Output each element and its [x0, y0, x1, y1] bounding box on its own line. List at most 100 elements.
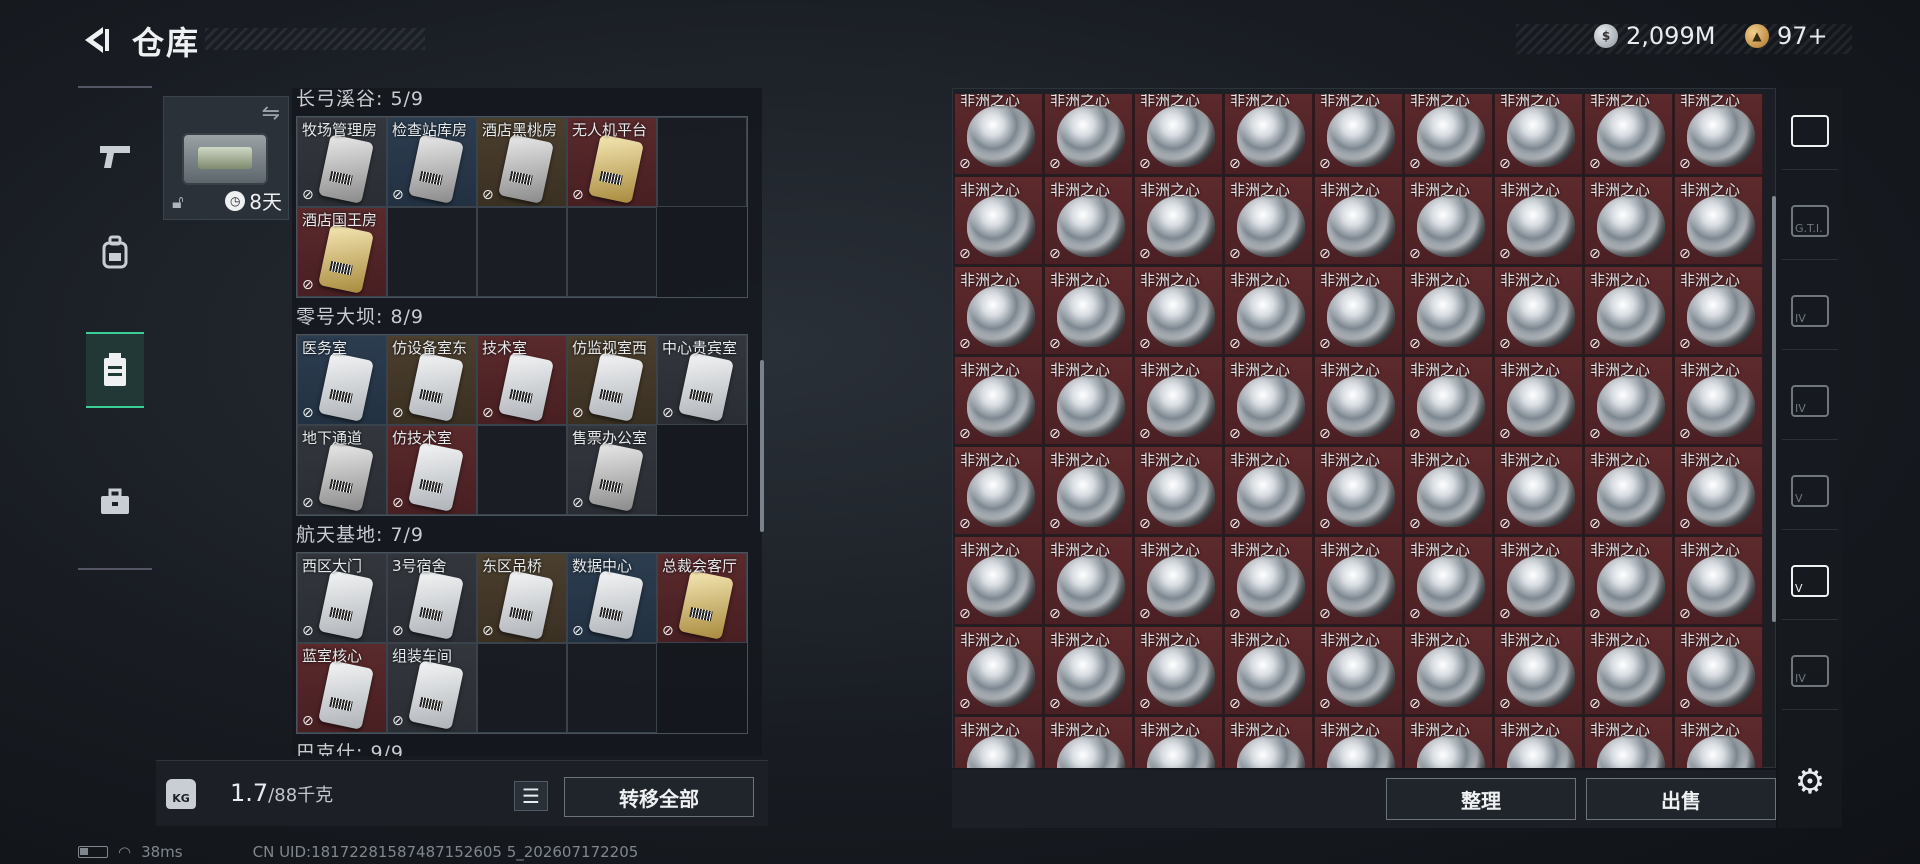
key-card-slot[interactable]: 牧场管理房 ⊘	[297, 117, 387, 207]
stash-item-heart-of-africa[interactable]: 非洲之心⊘	[1584, 266, 1673, 355]
stash-item-heart-of-africa[interactable]: 非洲之心⊘	[1584, 94, 1673, 175]
key-card-slot[interactable]: 中心贵宾室 ⊘	[657, 335, 747, 425]
stash-item-heart-of-africa[interactable]: 非洲之心⊘	[1134, 176, 1223, 265]
stash-item-heart-of-africa[interactable]: 非洲之心⊘	[1044, 266, 1133, 355]
nav-container[interactable]	[86, 332, 144, 408]
stash-tab-5[interactable]: V	[1782, 452, 1838, 530]
stash-item-heart-of-africa[interactable]: 非洲之心⊘	[1674, 716, 1763, 768]
settings-button[interactable]: ⚙	[1790, 762, 1830, 802]
stash-item-heart-of-africa[interactable]: 非洲之心⊘	[1674, 94, 1763, 175]
stash-item-heart-of-africa[interactable]: 非洲之心⊘	[954, 176, 1043, 265]
stash-item-heart-of-africa[interactable]: 非洲之心⊘	[1134, 446, 1223, 535]
stash-grid[interactable]: 非洲之心 ⊘ 非洲之心 ⊘ 非洲之心 ⊘ 非洲之心 ⊘ 非洲之心 ⊘ 非洲之心 ⊘ 非洲之心 ⊘ 非洲之心 ⊘…	[954, 94, 1766, 768]
nav-weapons[interactable]	[86, 118, 144, 194]
stash-item-heart-of-africa[interactable]: 非洲之心⊘	[1044, 626, 1133, 715]
key-card-slot[interactable]: 无人机平台 ⊘	[567, 117, 657, 207]
stash-item-heart-of-africa[interactable]: 非洲之心⊘	[1584, 716, 1673, 768]
key-card-slot[interactable]: 仿监视室西 ⊘	[567, 335, 657, 425]
key-card-slot[interactable]: 检查站库房 ⊘	[387, 117, 477, 207]
stash-item-heart-of-africa[interactable]: 非洲之心⊘	[1314, 266, 1403, 355]
stash-item-heart-of-africa[interactable]: 非洲之心⊘	[1494, 716, 1583, 768]
key-card-slot[interactable]: 东区吊桥 ⊘	[477, 553, 567, 643]
stash-item-heart-of-africa[interactable]: 非洲之心⊘	[1044, 536, 1133, 625]
stash-item-heart-of-africa[interactable]: 非洲之心⊘	[1404, 356, 1493, 445]
stash-item-heart-of-africa[interactable]: 非洲之心⊘	[1404, 176, 1493, 265]
stash-item-heart-of-africa[interactable]: 非洲之心⊘	[1314, 446, 1403, 535]
key-card-slot[interactable]: 蓝室核心 ⊘	[297, 643, 387, 733]
stash-item-heart-of-africa[interactable]: 非洲之心⊘	[1314, 536, 1403, 625]
stash-item-heart-of-africa[interactable]: 非洲之心⊘	[1134, 626, 1223, 715]
stash-item-heart-of-africa[interactable]: 非洲之心⊘	[1404, 446, 1493, 535]
stash-item-heart-of-africa[interactable]: 非洲之心⊘	[1044, 716, 1133, 768]
stash-item-heart-of-africa[interactable]: 非洲之心⊘	[1494, 536, 1583, 625]
sell-button[interactable]: 出售	[1586, 778, 1776, 820]
stash-item-heart-of-africa[interactable]: 非洲之心⊘	[1044, 356, 1133, 445]
stash-item-heart-of-africa[interactable]: 非洲之心⊘	[1674, 536, 1763, 625]
organize-button[interactable]: 整理	[1386, 778, 1576, 820]
stash-tab-2[interactable]: G.T.I.	[1782, 182, 1838, 260]
transfer-all-button[interactable]: 转移全部	[564, 777, 754, 817]
stash-tab-1[interactable]	[1782, 92, 1838, 170]
stash-item-heart-of-africa[interactable]: 非洲之心⊘	[1134, 356, 1223, 445]
stash-item-heart-of-africa[interactable]: 非洲之心⊘	[1404, 266, 1493, 355]
stash-item-heart-of-africa[interactable]: 非洲之心⊘	[1224, 266, 1313, 355]
stash-item-heart-of-africa[interactable]: 非洲之心⊘	[1134, 94, 1223, 175]
back-button[interactable]	[76, 20, 116, 60]
stash-item-heart-of-africa[interactable]: 非洲之心⊘	[1134, 266, 1223, 355]
stash-item-heart-of-africa[interactable]: 非洲之心⊘	[1314, 356, 1403, 445]
stash-item-heart-of-africa[interactable]: 非洲之心⊘	[1494, 446, 1583, 535]
stash-item-heart-of-africa[interactable]: 非洲之心⊘	[1044, 446, 1133, 535]
stash-item-heart-of-africa[interactable]: 非洲之心⊘	[1134, 716, 1223, 768]
stash-item-heart-of-africa[interactable]: 非洲之心⊘	[954, 626, 1043, 715]
nav-briefcase[interactable]	[86, 464, 144, 540]
key-card-slot[interactable]: 技术室 ⊘	[477, 335, 567, 425]
nav-backpack[interactable]	[86, 214, 144, 290]
stash-item-heart-of-africa[interactable]: 非洲之心⊘	[1404, 94, 1493, 175]
key-card-slot[interactable]: 医务室 ⊘	[297, 335, 387, 425]
stash-item-heart-of-africa[interactable]: 非洲之心⊘	[1044, 94, 1133, 175]
swap-icon[interactable]: ⇋	[262, 101, 280, 126]
stash-tab-7[interactable]: IV	[1782, 632, 1838, 710]
stash-item-heart-of-africa[interactable]: 非洲之心⊘	[1584, 536, 1673, 625]
stash-item-heart-of-africa[interactable]: 非洲之心⊘	[1404, 536, 1493, 625]
key-card-slot[interactable]: 西区大门 ⊘	[297, 553, 387, 643]
stash-item-heart-of-africa[interactable]: 非洲之心⊘	[1044, 176, 1133, 265]
stash-scrollbar[interactable]	[1772, 196, 1776, 622]
stash-item-heart-of-africa[interactable]: 非洲之心⊘	[954, 94, 1043, 175]
secure-container-card[interactable]: ⇋ 🔓︎ ◷ 8天	[163, 96, 289, 220]
stash-item-heart-of-africa[interactable]: 非洲之心⊘	[1314, 626, 1403, 715]
stash-item-heart-of-africa[interactable]: 非洲之心⊘	[1674, 176, 1763, 265]
key-card-slot[interactable]: 酒店国王房 ⊘	[297, 207, 387, 297]
key-collection-list[interactable]: 长弓溪谷: 5/9 牧场管理房 ⊘ 检查站库房 ⊘ 酒店黑桃房 ⊘ 无人机平台 ⊘ 酒店国王房 ⊘ 零…	[292, 88, 762, 756]
stash-item-heart-of-africa[interactable]: 非洲之心⊘	[1584, 626, 1673, 715]
stash-item-heart-of-africa[interactable]: 非洲之心⊘	[1494, 266, 1583, 355]
stash-tab-3[interactable]: IV	[1782, 272, 1838, 350]
stash-item-heart-of-africa[interactable]: 非洲之心⊘	[954, 356, 1043, 445]
stash-item-heart-of-africa[interactable]: 非洲之心⊘	[1494, 356, 1583, 445]
stash-item-heart-of-africa[interactable]: 非洲之心⊘	[1224, 176, 1313, 265]
stash-item-heart-of-africa[interactable]: 非洲之心⊘	[1494, 626, 1583, 715]
stash-item-heart-of-africa[interactable]: 非洲之心⊘	[1674, 626, 1763, 715]
key-card-slot[interactable]: 售票办公室 ⊘	[567, 425, 657, 515]
currency-coins[interactable]: $ 2,099M	[1594, 22, 1715, 50]
key-card-slot[interactable]: 地下通道 ⊘	[297, 425, 387, 515]
stash-item-heart-of-africa[interactable]: 非洲之心⊘	[1404, 716, 1493, 768]
stash-item-heart-of-africa[interactable]: 非洲之心⊘	[1674, 356, 1763, 445]
stash-item-heart-of-africa[interactable]: 非洲之心⊘	[1224, 446, 1313, 535]
stash-tab-6[interactable]: V	[1782, 542, 1838, 620]
stash-item-heart-of-africa[interactable]: 非洲之心⊘	[954, 716, 1043, 768]
key-card-slot[interactable]: 总裁会客厅 ⊘	[657, 553, 747, 643]
stash-tab-4[interactable]: IV	[1782, 362, 1838, 440]
stash-item-heart-of-africa[interactable]: 非洲之心⊘	[1314, 94, 1403, 175]
stash-item-heart-of-africa[interactable]: 非洲之心⊘	[1584, 176, 1673, 265]
stash-item-heart-of-africa[interactable]: 非洲之心⊘	[1674, 446, 1763, 535]
stash-item-heart-of-africa[interactable]: 非洲之心⊘	[1494, 94, 1583, 175]
key-card-slot[interactable]: 3号宿舍 ⊘	[387, 553, 477, 643]
list-view-button[interactable]: ☰	[514, 781, 548, 811]
stash-item-heart-of-africa[interactable]: 非洲之心⊘	[954, 266, 1043, 355]
stash-item-heart-of-africa[interactable]: 非洲之心⊘	[1224, 536, 1313, 625]
key-card-slot[interactable]: 酒店黑桃房 ⊘	[477, 117, 567, 207]
stash-item-heart-of-africa[interactable]: 非洲之心⊘	[954, 446, 1043, 535]
stash-item-heart-of-africa[interactable]: 非洲之心⊘	[1314, 716, 1403, 768]
key-card-slot[interactable]: 组装车间 ⊘	[387, 643, 477, 733]
